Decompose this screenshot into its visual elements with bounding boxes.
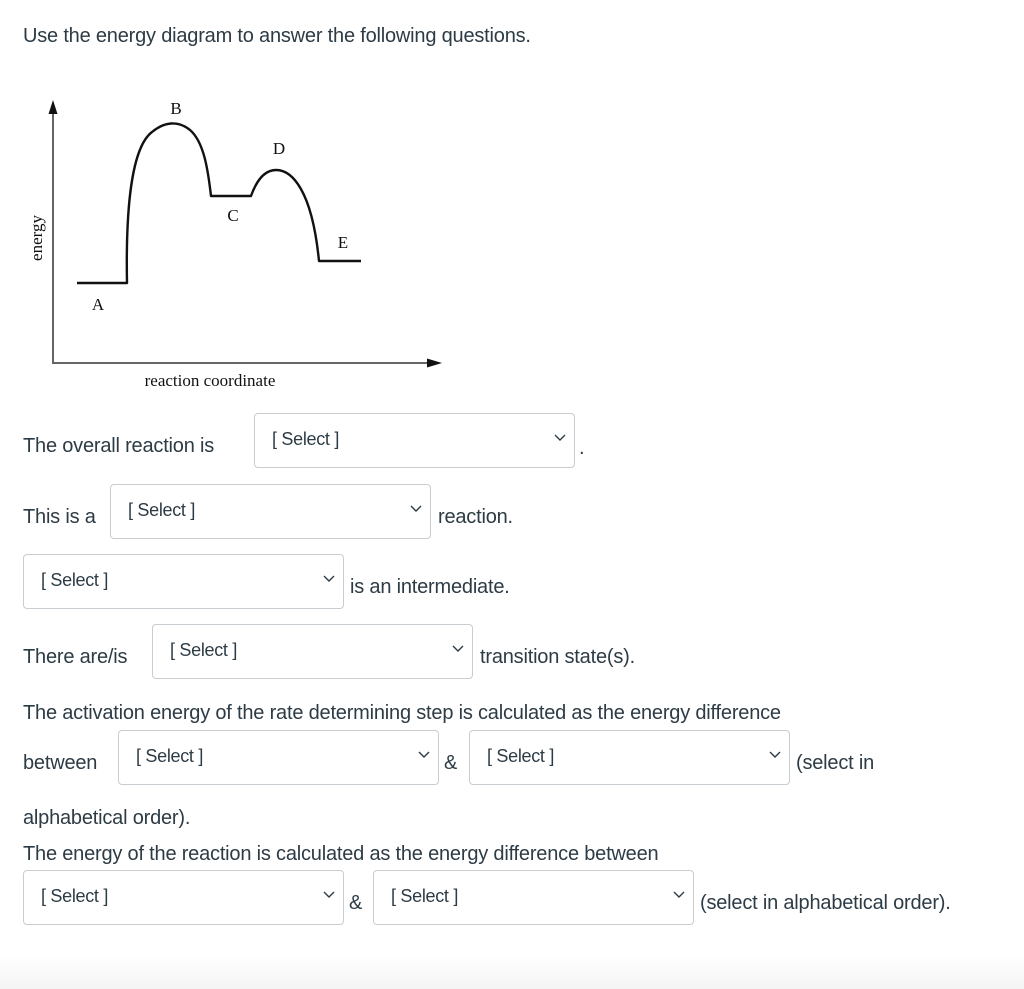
point-label-d: D bbox=[273, 139, 285, 158]
point-label-e: E bbox=[338, 233, 348, 252]
energy-curve bbox=[77, 122, 361, 285]
select-value: [ Select ] bbox=[272, 429, 340, 449]
q4-text-before: There are/is bbox=[23, 646, 128, 668]
q6-ampersand: & bbox=[349, 892, 363, 914]
x-axis-label: reaction coordinate bbox=[145, 371, 276, 390]
select-value: [ Select ] bbox=[391, 886, 459, 906]
chevron-down-icon bbox=[673, 891, 685, 898]
point-label-b: B bbox=[170, 99, 181, 118]
y-axis-label: energy bbox=[27, 215, 46, 261]
reaction-type-select[interactable]: [ Select ] bbox=[110, 484, 431, 539]
q1-text-before: The overall reaction is bbox=[23, 435, 215, 457]
select-value: [ Select ] bbox=[136, 746, 204, 766]
chevron-down-icon bbox=[769, 751, 781, 758]
q3-text-after: is an intermediate. bbox=[350, 576, 510, 598]
q5-ampersand: & bbox=[444, 752, 458, 774]
chevron-down-icon bbox=[323, 575, 335, 582]
select-value: [ Select ] bbox=[41, 886, 109, 906]
chevron-down-icon bbox=[418, 751, 430, 758]
q2-text-before: This is a bbox=[23, 506, 96, 528]
activation-energy-second-select[interactable]: [ Select ] bbox=[469, 730, 790, 785]
x-axis-arrow bbox=[427, 358, 442, 368]
transition-state-count-select[interactable]: [ Select ] bbox=[152, 624, 473, 679]
select-value: [ Select ] bbox=[487, 746, 555, 766]
chevron-down-icon bbox=[452, 645, 464, 652]
q5-text-after: (select in bbox=[796, 752, 875, 774]
question-prompt: Use the energy diagram to answer the fol… bbox=[23, 25, 531, 47]
q1-text-after: . bbox=[579, 437, 585, 459]
chevron-down-icon bbox=[410, 505, 422, 512]
q5-text-line3: alphabetical order). bbox=[23, 807, 191, 829]
select-value: [ Select ] bbox=[128, 500, 196, 520]
energy-diagram: A B C D E energy reaction coordinate bbox=[27, 99, 442, 390]
q5-text-before: between bbox=[23, 752, 98, 774]
q6-text-line1: The energy of the reaction is calculated… bbox=[23, 843, 659, 865]
intermediate-select[interactable]: [ Select ] bbox=[23, 554, 344, 609]
q2-text-after: reaction. bbox=[438, 506, 513, 528]
chevron-down-icon bbox=[554, 434, 566, 441]
chevron-down-icon bbox=[323, 891, 335, 898]
activation-energy-first-select[interactable]: [ Select ] bbox=[118, 730, 439, 785]
q6-text-after: (select in alphabetical order). bbox=[700, 892, 951, 914]
reaction-energy-second-select[interactable]: [ Select ] bbox=[373, 870, 694, 925]
point-label-a: A bbox=[92, 295, 105, 314]
q4-text-after: transition state(s). bbox=[480, 646, 635, 668]
y-axis-arrow bbox=[48, 100, 58, 114]
select-value: [ Select ] bbox=[41, 570, 109, 590]
overall-reaction-select[interactable]: [ Select ] bbox=[254, 413, 575, 468]
q5-text-line1: The activation energy of the rate determ… bbox=[23, 702, 781, 724]
select-value: [ Select ] bbox=[170, 640, 238, 660]
point-label-c: C bbox=[227, 206, 238, 225]
reaction-energy-first-select[interactable]: [ Select ] bbox=[23, 870, 344, 925]
